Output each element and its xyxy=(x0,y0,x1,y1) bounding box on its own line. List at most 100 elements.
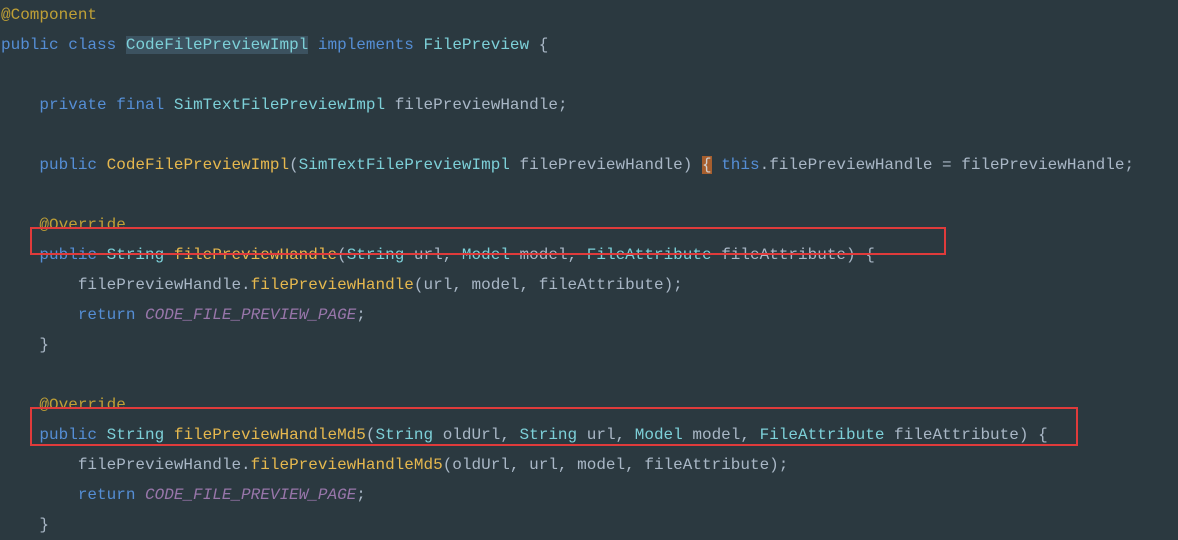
arg-model: model xyxy=(577,456,625,474)
code-line: @Component xyxy=(1,0,1178,30)
brace-open: { xyxy=(1038,426,1048,444)
constructor-name: CodeFilePreviewImpl xyxy=(107,156,289,174)
param-model: model xyxy=(520,246,568,264)
code-line-blank xyxy=(1,60,1178,90)
code-line: filePreviewHandle.filePreviewHandle(url,… xyxy=(1,270,1178,300)
arg-fileattr: fileAttribute xyxy=(539,276,664,294)
comma: , xyxy=(452,276,471,294)
code-line-blank xyxy=(1,180,1178,210)
annotation-component: @Component xyxy=(1,6,97,24)
comma: , xyxy=(625,456,644,474)
call-filepreviewmd5: filePreviewHandleMd5 xyxy=(251,456,443,474)
type-fileattr: FileAttribute xyxy=(587,246,712,264)
semicolon: ; xyxy=(1124,156,1134,174)
param-url: url xyxy=(587,426,616,444)
param-fileattr: fileAttribute xyxy=(894,426,1019,444)
keyword-implements: implements xyxy=(318,36,414,54)
code-line: public String filePreviewHandle(String u… xyxy=(1,240,1178,270)
assign: = xyxy=(932,156,961,174)
method-filepreviewmd5: filePreviewHandleMd5 xyxy=(174,426,366,444)
paren-open: ( xyxy=(337,246,347,264)
paren-close: ) xyxy=(846,246,856,264)
comma: , xyxy=(558,456,577,474)
type-model: Model xyxy=(635,426,683,444)
brace-close: } xyxy=(39,516,49,534)
code-line: } xyxy=(1,510,1178,540)
type-string: String xyxy=(107,426,165,444)
keyword-private: private xyxy=(39,96,106,114)
brace-open: { xyxy=(539,36,549,54)
keyword-this: this xyxy=(721,156,759,174)
code-line: public class CodeFilePreviewImpl impleme… xyxy=(1,30,1178,60)
interface-name: FilePreview xyxy=(424,36,530,54)
param-handle: filePreviewHandle xyxy=(520,156,683,174)
type-simtext: SimTextFilePreviewImpl xyxy=(174,96,385,114)
code-line: filePreviewHandle.filePreviewHandleMd5(o… xyxy=(1,450,1178,480)
keyword-return: return xyxy=(78,306,136,324)
paren-open: ( xyxy=(443,456,453,474)
param-ref: filePreviewHandle xyxy=(961,156,1124,174)
code-line: } xyxy=(1,330,1178,360)
param-model: model xyxy=(692,426,740,444)
brace-close: } xyxy=(39,336,49,354)
arg-url: url xyxy=(529,456,558,474)
annotation-override: @Override xyxy=(39,396,125,414)
paren-close: ) xyxy=(1019,426,1029,444)
type-string: String xyxy=(347,246,405,264)
keyword-class: class xyxy=(68,36,116,54)
arg-url: url xyxy=(424,276,453,294)
dot: . xyxy=(760,156,770,174)
paren-close: ) xyxy=(769,456,779,474)
keyword-public: public xyxy=(1,36,59,54)
field-ref: filePreviewHandle xyxy=(78,276,241,294)
semicolon: ; xyxy=(779,456,789,474)
comma: , xyxy=(443,246,462,264)
code-line: private final SimTextFilePreviewImpl fil… xyxy=(1,90,1178,120)
paren-open: ( xyxy=(289,156,299,174)
type-string: String xyxy=(375,426,433,444)
class-name-highlighted: CodeFilePreviewImpl xyxy=(126,36,308,54)
code-line: @Override xyxy=(1,390,1178,420)
type-string: String xyxy=(520,426,578,444)
semicolon: ; xyxy=(356,306,366,324)
type-model: Model xyxy=(462,246,510,264)
keyword-public: public xyxy=(39,246,97,264)
paren-close: ) xyxy=(664,276,674,294)
keyword-public: public xyxy=(39,426,97,444)
keyword-return: return xyxy=(78,486,136,504)
semicolon: ; xyxy=(356,486,366,504)
arg-fileattr: fileAttribute xyxy=(644,456,769,474)
constant-page: CODE_FILE_PREVIEW_PAGE xyxy=(145,306,356,324)
comma: , xyxy=(568,246,587,264)
arg-model: model xyxy=(472,276,520,294)
comma: , xyxy=(510,456,529,474)
field-ref: filePreviewHandle xyxy=(78,456,241,474)
code-line: return CODE_FILE_PREVIEW_PAGE; xyxy=(1,300,1178,330)
field-name: filePreviewHandle xyxy=(395,96,558,114)
comma: , xyxy=(520,276,539,294)
param-fileattr: fileAttribute xyxy=(721,246,846,264)
brace-open-highlighted: { xyxy=(702,156,712,174)
param-oldurl: oldUrl xyxy=(443,426,501,444)
annotation-override: @Override xyxy=(39,216,125,234)
keyword-public: public xyxy=(39,156,97,174)
constant-page: CODE_FILE_PREVIEW_PAGE xyxy=(145,486,356,504)
code-line: public CodeFilePreviewImpl(SimTextFilePr… xyxy=(1,150,1178,180)
code-line-blank xyxy=(1,360,1178,390)
arg-oldurl: oldUrl xyxy=(452,456,510,474)
paren-open: ( xyxy=(414,276,424,294)
code-editor[interactable]: @Component public class CodeFilePreviewI… xyxy=(1,0,1178,540)
dot: . xyxy=(241,276,251,294)
brace-open: { xyxy=(865,246,875,264)
semicolon: ; xyxy=(558,96,568,114)
code-line: @Override xyxy=(1,210,1178,240)
call-filepreview: filePreviewHandle xyxy=(251,276,414,294)
comma: , xyxy=(616,426,635,444)
dot: . xyxy=(241,456,251,474)
field-ref: filePreviewHandle xyxy=(769,156,932,174)
paren-close: ) xyxy=(683,156,693,174)
type-string: String xyxy=(107,246,165,264)
code-line: public String filePreviewHandleMd5(Strin… xyxy=(1,420,1178,450)
keyword-final: final xyxy=(116,96,164,114)
type-simtext: SimTextFilePreviewImpl xyxy=(299,156,510,174)
